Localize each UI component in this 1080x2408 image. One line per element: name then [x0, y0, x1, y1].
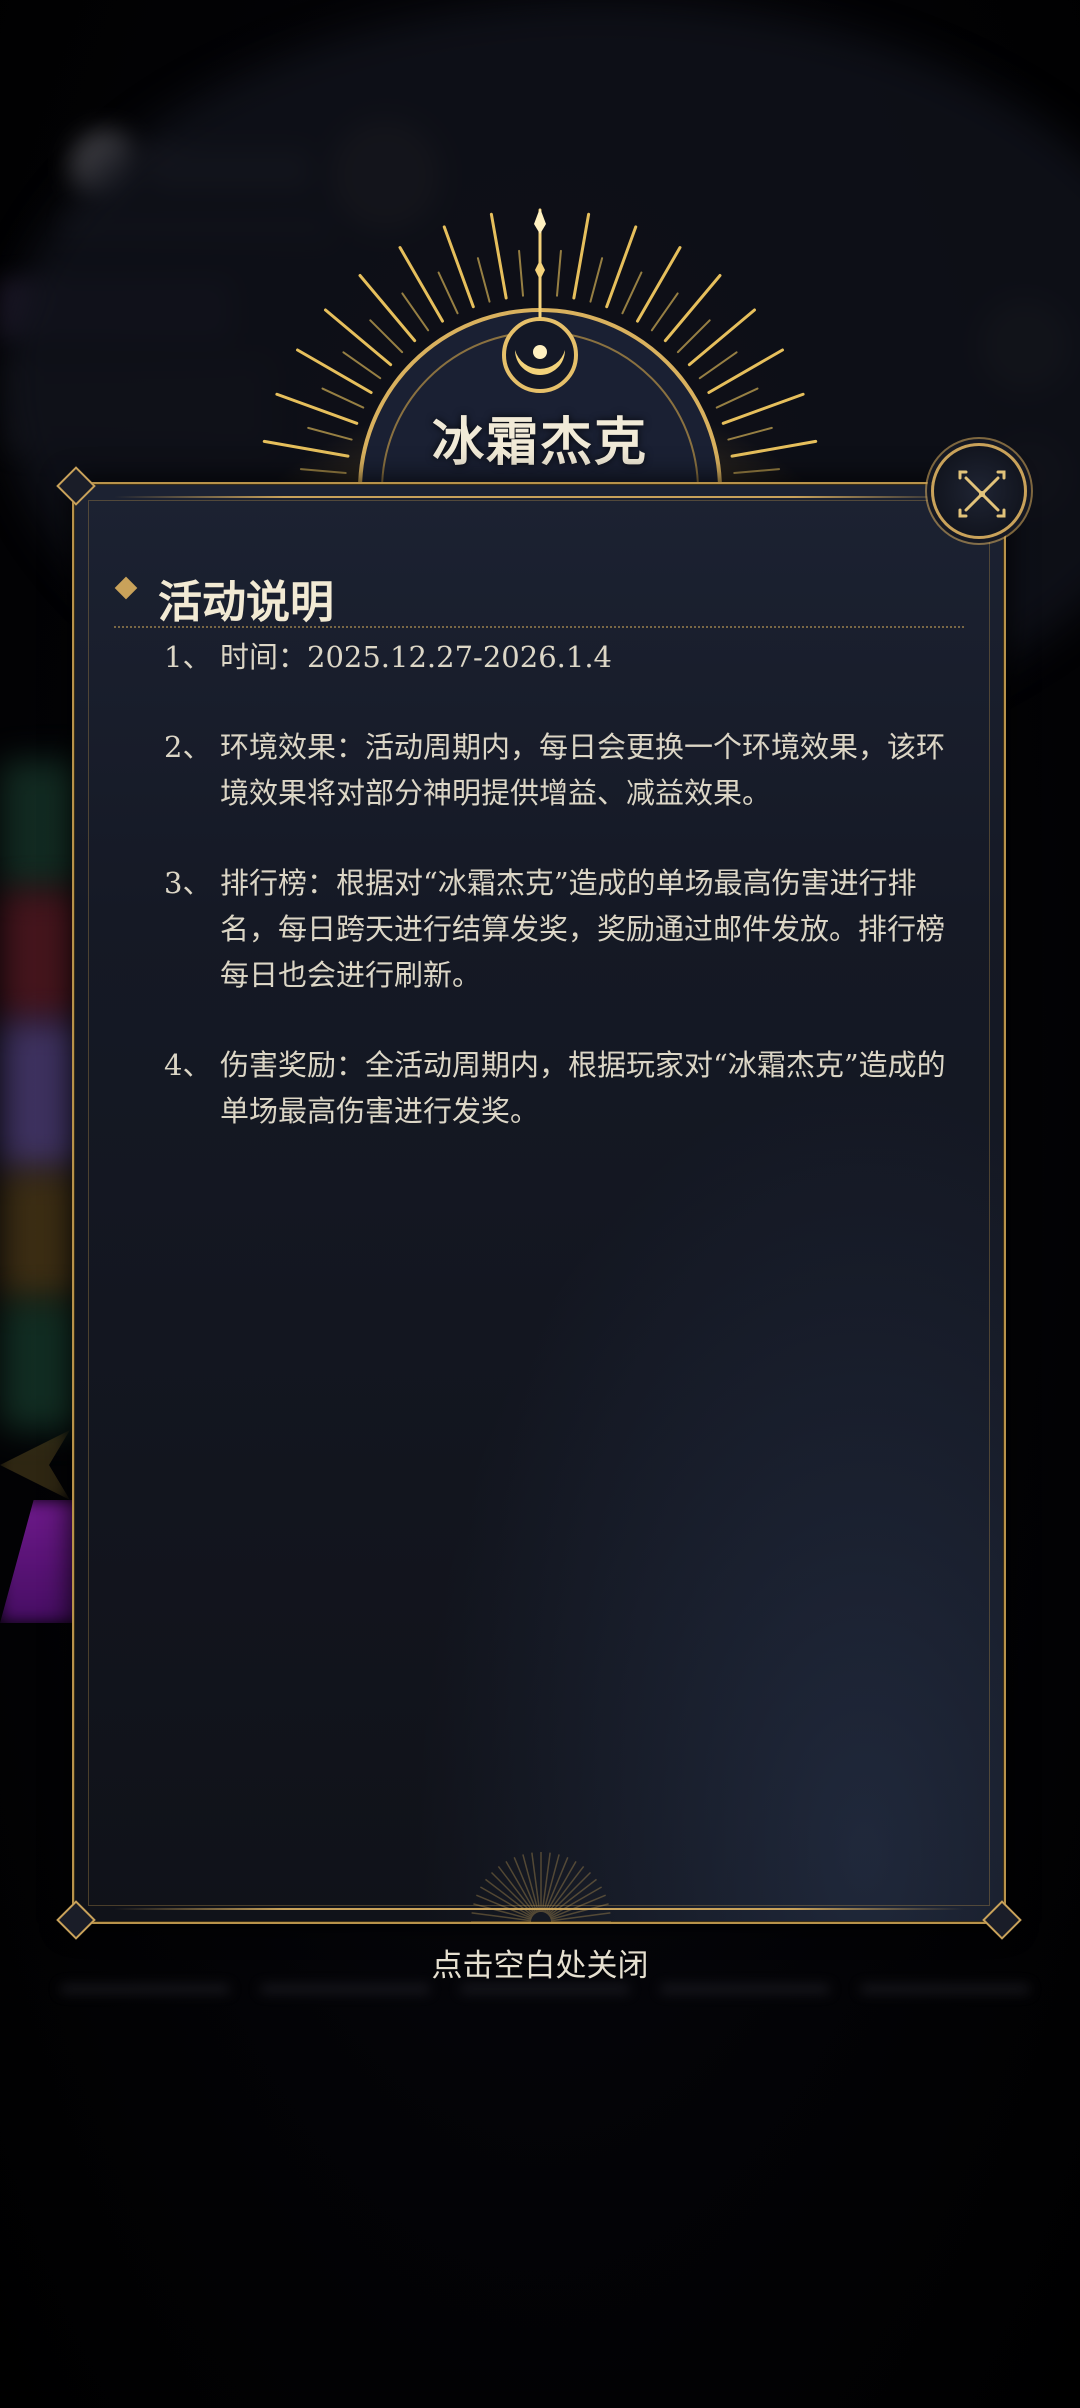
rule-text: 环境效果：活动周期内，每日会更换一个环境效果，该环境效果将对部分神明提供增益、减… [220, 730, 946, 810]
rule-text: 时间：2025.12.27-2026.1.4 [220, 640, 612, 674]
close-cross-icon [958, 470, 1006, 518]
activity-info-dialog: 活动说明 1、 时间：2025.12.27-2026.1.4 2、 环境效果：活… [56, 466, 1022, 1940]
rule-item: 2、 环境效果：活动周期内，每日会更换一个环境效果，该环境效果将对部分神明提供增… [164, 724, 954, 816]
panel-top-rule [114, 496, 964, 498]
corner-ornament-icon [56, 1900, 96, 1940]
bottom-ray [490, 1871, 535, 1916]
rule-number: 2、 [164, 730, 212, 764]
screen[interactable]: 冰霜杰克 活动说明 1、 时间：2025.12.27-2026.1.4 2、 环… [0, 0, 1080, 2408]
rule-text: 排行榜：根据对“冰霜杰克”造成的单场最高伤害进行排名，每日跨天进行结算发奖，奖励… [220, 866, 946, 992]
close-button[interactable] [931, 443, 1027, 539]
rule-number: 3、 [164, 866, 212, 900]
corner-ornament-icon [982, 1900, 1022, 1940]
bottom-sunburst-ornament [471, 1852, 611, 1922]
rule-number: 1、 [164, 640, 212, 674]
rule-item: 3、 排行榜：根据对“冰霜杰克”造成的单场最高伤害进行排名，每日跨天进行结算发奖… [164, 860, 954, 998]
bottom-ray [547, 1871, 592, 1916]
background-slot-label [660, 1985, 830, 1993]
rule-number: 4、 [164, 1048, 212, 1082]
background-slot-label [860, 1985, 1030, 1993]
diamond-bullet-icon [114, 576, 138, 600]
rules-list: 1、 时间：2025.12.27-2026.1.4 2、 环境效果：活动周期内，… [164, 634, 954, 1178]
background-back-arrow-icon [0, 1430, 70, 1500]
rule-item: 4、 伤害奖励：全活动周期内，根据玩家对“冰霜杰克”造成的单场最高伤害进行发奖。 [164, 1042, 954, 1134]
section-title: 活动说明 [158, 577, 334, 628]
background-slot-label [460, 1985, 630, 1993]
background-slot-label [60, 1985, 230, 1993]
tap-blank-to-close-hint[interactable]: 点击空白处关闭 [340, 1940, 740, 1985]
rule-text: 伤害奖励：全活动周期内，根据玩家对“冰霜杰克”造成的单场最高伤害进行发奖。 [220, 1048, 946, 1128]
event-title: 冰霜杰克 [431, 412, 648, 473]
rule-item: 1、 时间：2025.12.27-2026.1.4 [164, 634, 954, 680]
section-divider [114, 626, 964, 628]
background-slot-label [260, 1985, 430, 1993]
section-header: 活动说明 [114, 566, 968, 628]
